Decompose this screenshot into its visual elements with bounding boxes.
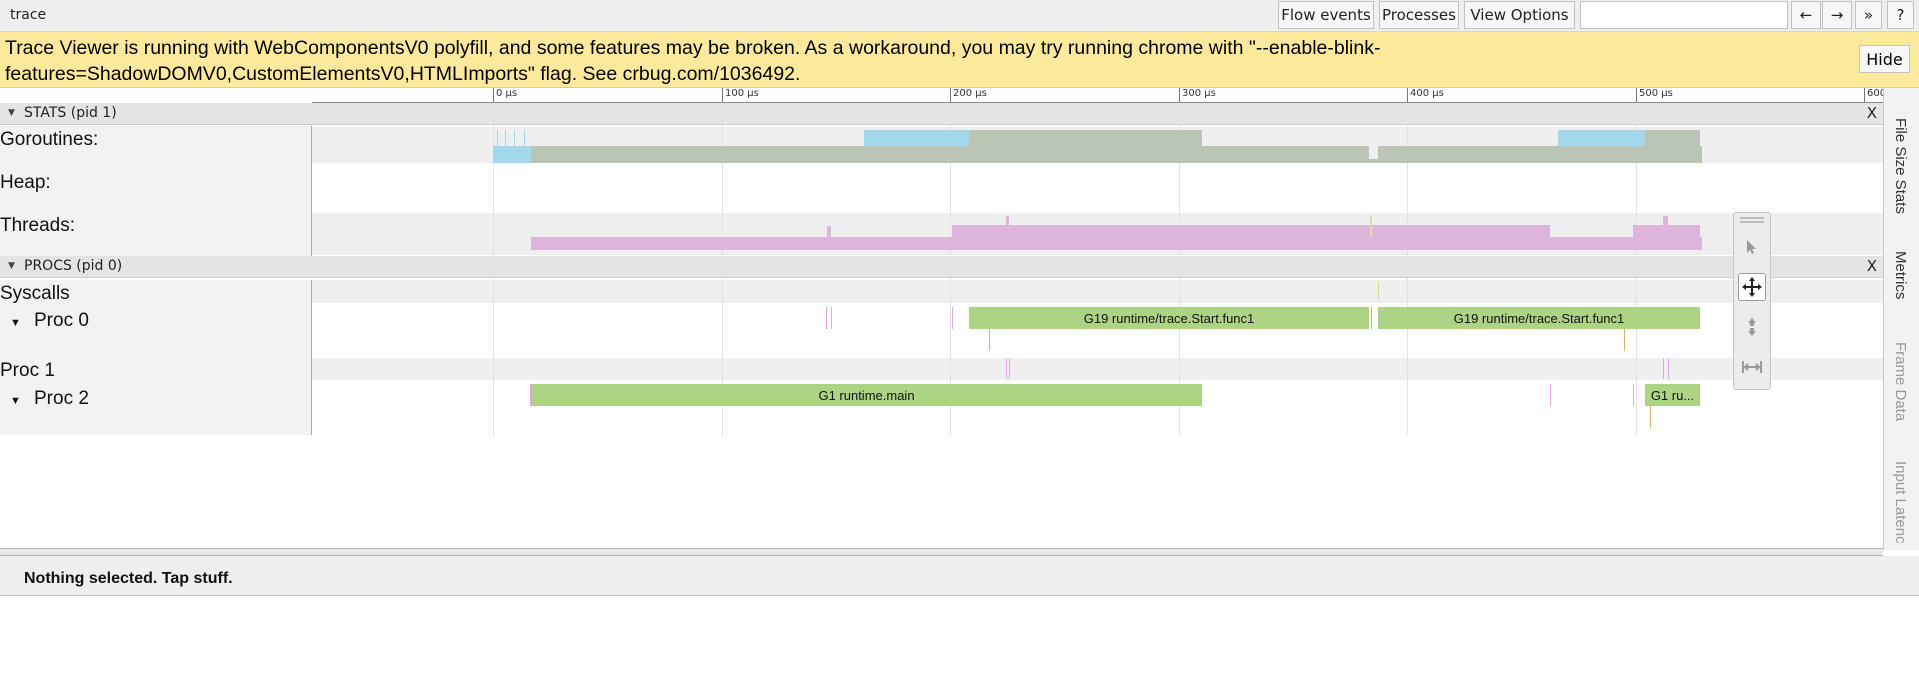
track-label-heap: Heap: (0, 172, 51, 193)
event-marker[interactable] (1006, 358, 1007, 379)
next-result-button[interactable]: → (1822, 1, 1852, 29)
timing-icon[interactable] (1738, 353, 1766, 381)
event-marker[interactable] (1663, 358, 1664, 379)
tab-input-latency[interactable]: Input Latenc (1892, 461, 1909, 544)
track-label-syscalls: Syscalls (0, 283, 70, 304)
help-button[interactable]: ? (1887, 1, 1914, 29)
goroutine-spike[interactable] (497, 130, 498, 146)
ruler-tick (1636, 88, 1637, 102)
tab-frame-data[interactable]: Frame Data (1892, 342, 1909, 421)
processes-button[interactable]: Processes (1379, 1, 1459, 29)
search-input[interactable] (1580, 1, 1788, 29)
threads-spike[interactable] (1006, 216, 1009, 225)
event-marker[interactable] (1550, 384, 1551, 406)
threads-area[interactable] (1633, 225, 1700, 237)
syscalls-row-bg (312, 280, 1883, 303)
tab-file-size-stats[interactable]: File Size Stats (1892, 118, 1909, 214)
goroutines-runnable-area[interactable] (1558, 130, 1645, 146)
process-title: PROCS (pid 0) (24, 258, 123, 274)
select-icon[interactable] (1738, 233, 1766, 261)
track-label-proc-2: Proc 2 (34, 388, 89, 409)
side-panel-tabs: File Size Stats Metrics Frame Data Input… (1883, 88, 1919, 550)
ruler-tick (722, 88, 723, 102)
close-process-button[interactable]: X (1867, 104, 1877, 122)
panel-resize-divider[interactable] (0, 548, 1883, 556)
event-marker[interactable] (952, 307, 953, 329)
goroutines-running-area[interactable] (531, 146, 1369, 163)
ruler-tick (1407, 88, 1408, 102)
event-marker[interactable] (1009, 358, 1010, 379)
track-label-goroutines: Goroutines: (0, 129, 99, 150)
goroutines-runnable-area[interactable] (493, 146, 531, 163)
ruler-label: 200 µs (953, 88, 987, 99)
threads-area[interactable] (952, 225, 1550, 237)
collapse-triangle-icon[interactable]: ▼ (10, 388, 21, 410)
pan-icon[interactable] (1738, 273, 1766, 301)
selection-status: Nothing selected. Tap stuff. (24, 570, 233, 587)
close-process-button[interactable]: X (1867, 257, 1877, 275)
goroutines-runnable-area[interactable] (864, 130, 969, 146)
slice-g1-runtime-main[interactable]: G1 runtime.main (531, 384, 1202, 406)
event-marker[interactable] (826, 307, 827, 329)
collapse-triangle-icon[interactable]: ▼ (10, 310, 21, 332)
goroutine-spike[interactable] (514, 130, 515, 146)
stats-process-header[interactable]: ▼ STATS (pid 1) X (0, 103, 1883, 125)
collapse-triangle-icon[interactable]: ▼ (8, 261, 15, 271)
zoom-icon[interactable] (1738, 313, 1766, 341)
proc1-row-bg (312, 358, 1883, 380)
syscall-marker[interactable] (1378, 282, 1379, 300)
ruler-label: 400 µs (1410, 88, 1444, 99)
previous-result-button[interactable]: ← (1791, 1, 1821, 29)
warning-text: Trace Viewer is running with WebComponen… (5, 37, 1381, 85)
ruler-tick (1864, 88, 1865, 102)
analysis-panel: Nothing selected. Tap stuff. (0, 556, 1919, 596)
goroutines-running-area[interactable] (1378, 146, 1702, 163)
goroutine-spike[interactable] (505, 130, 506, 146)
ruler-label: 0 µs (496, 88, 518, 99)
hide-warning-button[interactable]: Hide (1859, 45, 1910, 73)
track-label-threads: Threads: (0, 215, 75, 236)
process-title: STATS (pid 1) (24, 105, 117, 121)
window-title: trace (10, 7, 47, 23)
goroutines-running-area[interactable] (969, 130, 1202, 146)
threads-spike[interactable] (827, 226, 831, 237)
goroutines-running-area[interactable] (1369, 159, 1378, 163)
mouse-mode-toolbox (1733, 212, 1771, 390)
event-marker[interactable] (1650, 406, 1651, 428)
ruler-label: 100 µs (725, 88, 759, 99)
slice-g19-trace-start[interactable]: G19 runtime/trace.Start.func1 (969, 307, 1369, 329)
procs-process-header[interactable]: ▼ PROCS (pid 0) X (0, 256, 1883, 278)
ruler-tick (1179, 88, 1180, 102)
polyfill-warning-banner: Trace Viewer is running with WebComponen… (0, 32, 1919, 88)
ruler-label: 500 µs (1639, 88, 1673, 99)
slice-g1-runtime-main[interactable]: G1 ru... (1645, 384, 1700, 406)
collapse-triangle-icon[interactable]: ▼ (8, 108, 15, 118)
drag-handle-icon[interactable] (1740, 217, 1764, 223)
event-marker[interactable] (831, 307, 832, 329)
event-marker[interactable] (530, 384, 531, 406)
track-label-proc-0: Proc 0 (34, 310, 89, 331)
time-ruler[interactable]: 0 µs 100 µs 200 µs 300 µs 400 µs 500 µs … (312, 88, 1886, 103)
flow-events-button[interactable]: Flow events (1278, 1, 1374, 29)
event-marker[interactable] (989, 329, 990, 351)
event-marker[interactable] (1633, 384, 1634, 406)
track-label-proc-1: Proc 1 (0, 360, 55, 381)
ruler-tick (493, 88, 494, 102)
slice-g19-trace-start[interactable]: G19 runtime/trace.Start.func1 (1378, 307, 1700, 329)
ruler-tick (950, 88, 951, 102)
goroutines-running-area[interactable] (1645, 130, 1700, 146)
event-marker[interactable] (1371, 307, 1372, 329)
event-marker[interactable] (1624, 329, 1625, 351)
threads-area[interactable] (531, 237, 1702, 250)
view-options-button[interactable]: View Options (1464, 1, 1575, 29)
goroutine-spike[interactable] (524, 130, 525, 146)
ruler-label: 300 µs (1182, 88, 1216, 99)
event-marker[interactable] (1668, 358, 1669, 379)
tab-metrics[interactable]: Metrics (1892, 251, 1909, 299)
threads-spike[interactable] (1370, 216, 1372, 237)
more-button[interactable]: » (1855, 1, 1882, 29)
threads-spike[interactable] (1663, 216, 1668, 225)
